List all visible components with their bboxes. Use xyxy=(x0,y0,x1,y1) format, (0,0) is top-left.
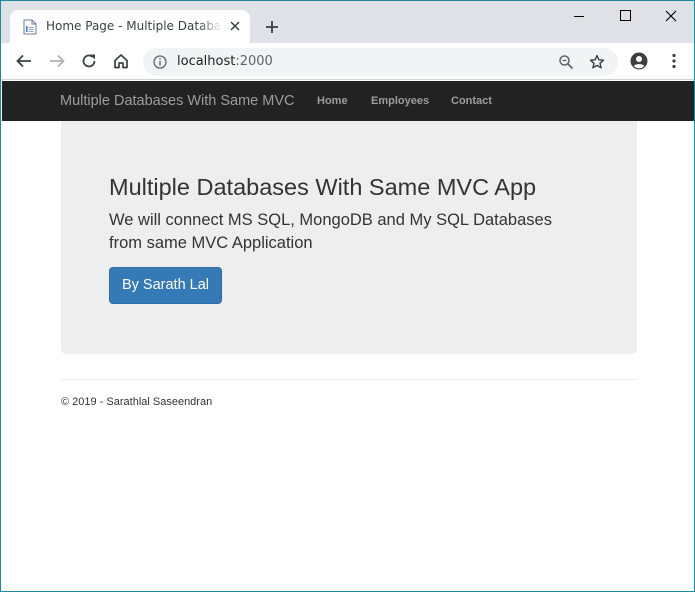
footer-divider xyxy=(61,379,637,380)
forward-arrow-icon[interactable] xyxy=(48,52,66,70)
close-icon[interactable] xyxy=(228,19,242,33)
address-bar[interactable]: localhost:2000 xyxy=(143,48,618,76)
browser-toolbar: localhost:2000 xyxy=(1,43,694,80)
star-icon[interactable] xyxy=(589,54,605,70)
reload-icon[interactable] xyxy=(80,52,98,70)
zoom-icon[interactable] xyxy=(558,54,574,70)
page-favicon xyxy=(23,19,37,35)
footer-copyright: © 2019 - Sarathlal Saseendran xyxy=(61,396,213,408)
site-navbar: Multiple Databases With Same MVC Home Em… xyxy=(2,81,694,121)
minimize-icon[interactable] xyxy=(556,1,602,31)
url-text[interactable]: localhost:2000 xyxy=(177,54,273,69)
nav-link-contact[interactable]: Contact xyxy=(451,95,492,107)
navbar-brand[interactable]: Multiple Databases With Same MVC xyxy=(60,93,295,109)
nav-link-employees[interactable]: Employees xyxy=(371,95,429,107)
page-title: Multiple Databases With Same MVC App xyxy=(109,174,537,200)
lead-text: We will connect MS SQL, MongoDB and My S… xyxy=(109,211,552,252)
tab-strip: Home Page - Multiple Databases With Same… xyxy=(1,1,694,43)
tab-title: Home Page - Multiple Databases With Same… xyxy=(46,19,222,33)
info-icon[interactable] xyxy=(153,55,167,69)
close-window-icon[interactable] xyxy=(648,1,694,31)
kebab-menu-icon[interactable] xyxy=(665,52,683,70)
browser-window: Home Page - Multiple Databases With Same… xyxy=(0,0,695,592)
nav-link-home[interactable]: Home xyxy=(317,95,348,107)
jumbotron: Multiple Databases With Same MVC App We … xyxy=(61,121,637,354)
back-arrow-icon[interactable] xyxy=(15,52,33,70)
plus-icon[interactable] xyxy=(263,18,281,36)
browser-tab[interactable]: Home Page - Multiple Databases With Same… xyxy=(10,10,250,43)
account-icon[interactable] xyxy=(630,52,648,70)
home-icon[interactable] xyxy=(112,52,130,70)
maximize-icon[interactable] xyxy=(602,1,648,31)
author-button[interactable]: By Sarath Lal xyxy=(109,267,222,304)
